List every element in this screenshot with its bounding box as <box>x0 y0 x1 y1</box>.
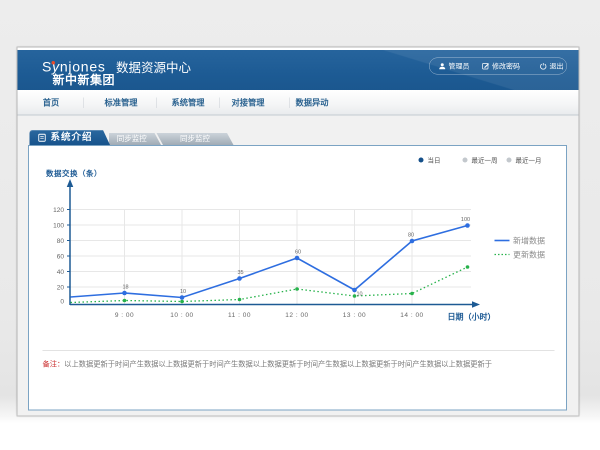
svg-text:12 : 00: 12 : 00 <box>285 312 308 319</box>
svg-text:80: 80 <box>408 233 414 239</box>
svg-text:35: 35 <box>237 270 243 276</box>
svg-text:40: 40 <box>57 269 65 276</box>
svg-text:10: 10 <box>356 292 362 298</box>
svg-text:120: 120 <box>53 207 64 214</box>
svg-text:13 : 00: 13 : 00 <box>343 312 366 319</box>
svg-text:60: 60 <box>295 250 301 256</box>
svg-text:20: 20 <box>57 285 65 292</box>
svg-text:80: 80 <box>57 238 65 245</box>
svg-text:更新数据: 更新数据 <box>513 250 545 260</box>
svg-text:10 : 00: 10 : 00 <box>170 312 193 319</box>
svg-text:11 : 00: 11 : 00 <box>228 312 251 319</box>
svg-text:100: 100 <box>461 217 470 223</box>
svg-text:18: 18 <box>122 285 128 291</box>
svg-text:100: 100 <box>53 223 64 230</box>
svg-text:0: 0 <box>60 299 64 306</box>
svg-text:14 : 00: 14 : 00 <box>400 312 423 319</box>
svg-text:新增数据: 新增数据 <box>513 236 545 246</box>
svg-text:10: 10 <box>180 289 186 295</box>
svg-text:60: 60 <box>57 254 65 261</box>
svg-text:9 : 00: 9 : 00 <box>115 312 134 319</box>
svg-text:日期（小时）: 日期（小时） <box>448 312 496 322</box>
